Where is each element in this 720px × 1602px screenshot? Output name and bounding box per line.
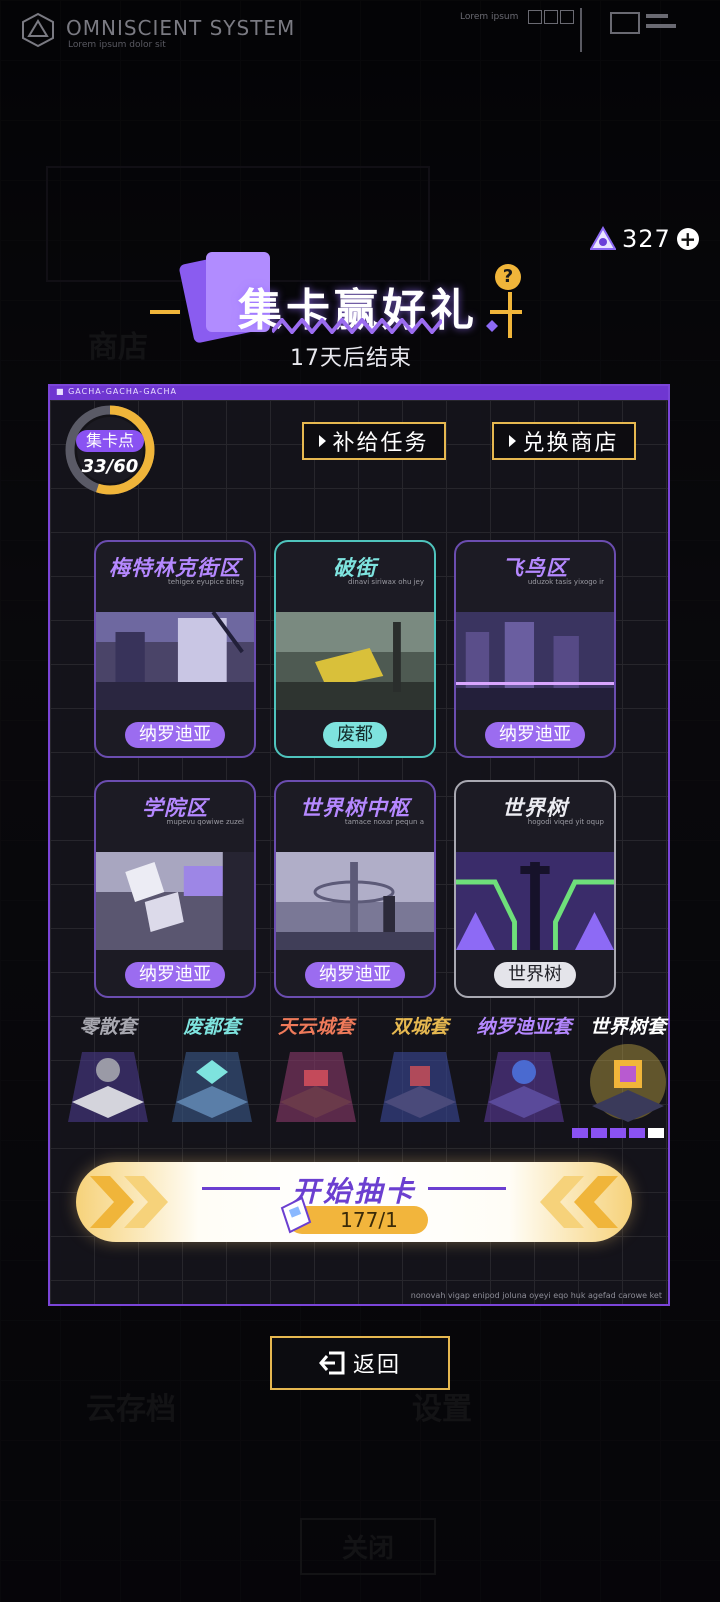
area-image [276,612,434,710]
set-art [276,1052,356,1122]
back-button[interactable]: 返回 [270,1336,450,1390]
status-box [528,10,542,24]
area-region-tag: 废都 [323,722,387,748]
area-card-broken-street[interactable]: 破街 dinavi siriwax ohu jey 废都 [274,540,436,758]
back-arrow-icon [319,1351,345,1375]
status-box [560,10,574,24]
triangle-token-icon [590,226,616,250]
area-card-academy[interactable]: 学院区 mupevu qowiwe zuzel 纳罗迪亚 [94,780,256,998]
area-image [96,852,254,950]
play-arrow-icon [319,435,327,447]
area-subtitle: tamace noxar pequn a [344,818,424,826]
pager-dot [629,1128,645,1138]
area-subtitle: tehigex eyupice biteg [168,578,244,586]
event-countdown: 17天后结束 [290,346,412,371]
status-bar [646,24,676,28]
area-subtitle: hogodi viqed yit oqup [527,818,604,826]
card-set-sky-city[interactable]: 天云城套 [264,1012,368,1132]
collect-points-gauge: 集卡点 33/60 [64,404,156,496]
exchange-shop-button[interactable]: 兑换商店 [492,422,636,460]
area-card-world-tree-hub[interactable]: 世界树中枢 tamace noxar pequn a 纳罗迪亚 [274,780,436,998]
area-region-tag: 纳罗迪亚 [125,962,225,988]
set-name: 零散套 [79,1016,137,1038]
area-image [456,612,614,710]
area-region-tag: 纳罗迪亚 [125,722,225,748]
help-button[interactable]: ? [495,264,521,290]
status-block [610,12,640,34]
play-arrow-icon [509,435,517,447]
system-logo-icon [22,12,54,48]
set-name: 天云城套 [277,1016,354,1038]
area-subtitle: mupevu qowiwe zuzel [166,818,245,826]
area-card-meterlinck[interactable]: 梅特林克街区 tehigex eyupice biteg 纳罗迪亚 [94,540,256,758]
set-art [590,1044,666,1122]
zigzag-deco [272,318,442,334]
panel-strip: ■ GACHA-GACHA-GACHA [50,386,668,400]
system-subtitle: Lorem ipsum dolor sit [68,40,166,50]
area-image [96,612,254,710]
start-draw-button[interactable]: 开始抽卡 177/1 [76,1162,632,1242]
set-name: 废都套 [183,1016,241,1038]
set-name: 纳罗迪亚套 [476,1016,572,1038]
currency-display: 327 + [590,224,699,254]
pager-dot [610,1128,626,1138]
status-bar [646,14,668,18]
area-subtitle: dinavi siriwax ohu jey [348,578,424,586]
set-name: 世界树套 [589,1016,666,1038]
exchange-shop-label: 兑换商店 [522,431,619,456]
points-value: 33/60 [81,456,139,477]
card-set-world-tree[interactable]: 世界树套 [576,1012,680,1132]
set-pager [572,1128,664,1138]
gacha-panel: ■ GACHA-GACHA-GACHA 集卡点 33/60 补给任务 兑换商店 … [48,384,670,1306]
pager-dot [591,1128,607,1138]
set-art [380,1052,460,1122]
area-subtitle: uduzok tasis yixogo ir [527,578,604,586]
status-divider [580,8,582,52]
supply-tasks-button[interactable]: 补给任务 [302,422,446,460]
area-region-tag: 纳罗迪亚 [305,962,405,988]
draw-ticket-icon [280,1196,312,1234]
area-card-flying-bird[interactable]: 飞鸟区 uduzok tasis yixogo ir 纳罗迪亚 [454,540,616,758]
card-set-ruined-city[interactable]: 废都套 [160,1012,264,1132]
pager-dot-active [648,1128,664,1138]
back-label: 返回 [352,1353,401,1378]
area-image [456,852,614,950]
event-header: 集卡赢好礼 ? 17天后结束 [150,252,550,382]
points-label: 集卡点 [76,430,144,452]
system-title: OMNISCIENT SYSTEM [66,16,296,40]
card-set-scattered[interactable]: 零散套 [56,1012,160,1132]
area-region-tag: 纳罗迪亚 [485,722,585,748]
start-draw-label: 开始抽卡 [291,1175,416,1208]
area-card-world-tree[interactable]: 世界树 hogodi viqed yit oqup 世界树 [454,780,616,998]
currency-value: 327 [622,225,671,253]
area-region-tag: 世界树 [494,962,576,988]
card-set-naroddia[interactable]: 纳罗迪亚套 [472,1012,576,1132]
add-currency-button[interactable]: + [676,228,699,250]
top-bar: OMNISCIENT SYSTEM Lorem ipsum dolor sit … [0,0,720,64]
area-image [276,852,434,950]
status-text: Lorem ipsum [460,12,519,22]
status-box [544,10,558,24]
pager-dot [572,1128,588,1138]
panel-strip-label: ■ GACHA-GACHA-GACHA [56,387,177,396]
set-art [68,1052,148,1122]
set-name: 双城套 [391,1016,449,1038]
top-right-status: Lorem ipsum [460,8,700,52]
panel-footer-text: nonovah vigap enipod joluna oyeyi eqo hu… [410,1291,662,1300]
card-set-twin-city[interactable]: 双城套 [368,1012,472,1132]
supply-tasks-label: 补给任务 [332,431,429,456]
set-art [172,1052,252,1122]
set-art [484,1052,564,1122]
